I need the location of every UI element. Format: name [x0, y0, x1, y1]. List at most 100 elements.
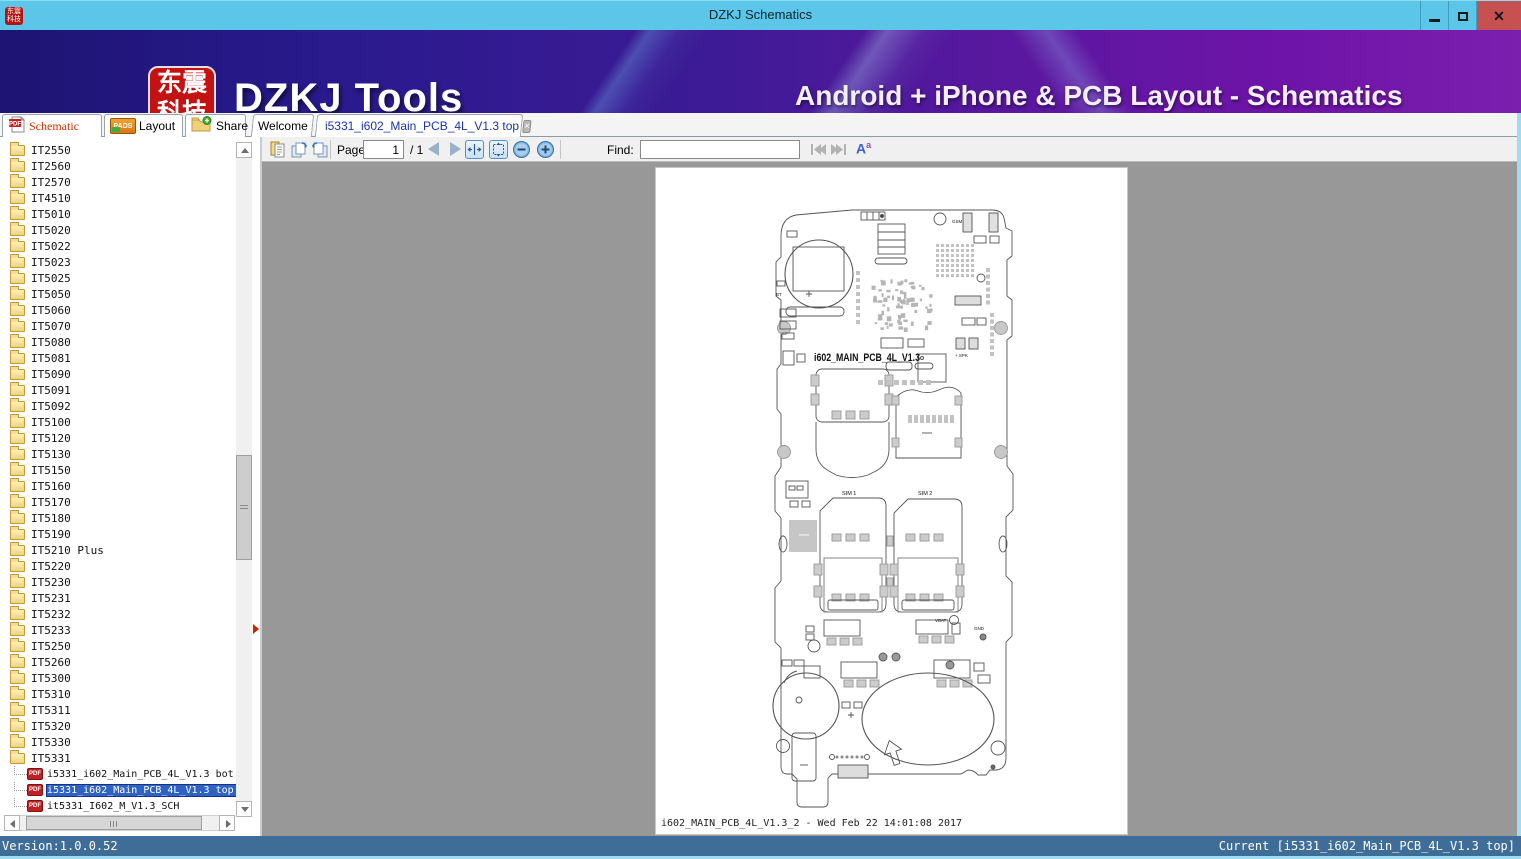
folder-icon	[10, 733, 25, 748]
tree-folder-it5220[interactable]: IT5220	[0, 557, 236, 574]
tree-folder-label: IT5070	[31, 319, 71, 333]
tree-folder-it5080[interactable]: IT5080	[0, 333, 236, 350]
tree-file-item[interactable]: PDF it5331_I602_M_V1.3_SCH	[0, 798, 236, 814]
tree-folder-it5232[interactable]: IT5232	[0, 605, 236, 622]
minimize-icon	[1429, 18, 1440, 22]
tab-close-icon[interactable]: ×	[522, 119, 532, 133]
tree-folder-it5190[interactable]: IT5190	[0, 525, 236, 542]
tree-folder-it5020[interactable]: IT5020	[0, 221, 236, 238]
tree-folder-it5090[interactable]: IT5090	[0, 365, 236, 382]
tree-folder-it5050[interactable]: IT5050	[0, 285, 236, 302]
folder-icon	[10, 349, 25, 364]
document-viewport[interactable]: i602_MAIN_PCB_4L_V1.3 SIM 1 SIM 2 VBAT G…	[262, 162, 1517, 836]
tree-folder-it5160[interactable]: IT5160	[0, 477, 236, 494]
tree-folder-it5330[interactable]: IT5330	[0, 733, 236, 750]
copy-page-icon[interactable]	[268, 140, 287, 159]
tree-horizontal-scrollbar[interactable]	[4, 815, 235, 831]
tree-folder-it5311[interactable]: IT5311	[0, 701, 236, 718]
tree-folder-it5081[interactable]: IT5081	[0, 349, 236, 366]
find-previous-button[interactable]	[808, 140, 827, 159]
tab-welcome-label: Welcome	[257, 119, 308, 133]
tree-folder-it5120[interactable]: IT5120	[0, 429, 236, 446]
tree-folder-label: IT5170	[31, 495, 71, 509]
folder-icon	[10, 717, 25, 732]
tree-folder-it5300[interactable]: IT5300	[0, 669, 236, 686]
tree-folder-it5025[interactable]: IT5025	[0, 269, 236, 286]
tree-folder-it5070[interactable]: IT5070	[0, 317, 236, 334]
dzkj-logo: 东震 科技	[148, 66, 216, 113]
close-button[interactable]: ✕	[1476, 1, 1521, 31]
tree-folder-label: IT5250	[31, 639, 71, 653]
tree-folder-label: IT5230	[31, 575, 71, 589]
tree-folder-it5320[interactable]: IT5320	[0, 717, 236, 734]
page-number-input[interactable]	[363, 140, 404, 159]
tree-vertical-scrollbar[interactable]	[236, 142, 252, 817]
tree-folder-it5231[interactable]: IT5231	[0, 589, 236, 606]
tree-folder-it4510[interactable]: IT4510	[0, 189, 236, 206]
tree-folder-label: IT2560	[31, 159, 71, 173]
tree-folder-it5250[interactable]: IT5250	[0, 637, 236, 654]
fit-width-button[interactable]	[465, 140, 484, 159]
fit-page-button[interactable]	[489, 140, 508, 159]
tree-folder-label: IT2550	[31, 143, 71, 157]
tab-share[interactable]: Share	[185, 114, 249, 137]
tree-folder-it5150[interactable]: IT5150	[0, 461, 236, 478]
tree-folder-it5092[interactable]: IT5092	[0, 397, 236, 414]
tree-folder-label: IT5100	[31, 415, 71, 429]
tree-folder-it2560[interactable]: IT2560	[0, 157, 236, 174]
tree-folder-it5331[interactable]: IT5331	[0, 749, 236, 766]
tree-folder-it5091[interactable]: IT5091	[0, 381, 236, 398]
tree-folder-it5260[interactable]: IT5260	[0, 653, 236, 670]
tree-file-item[interactable]: PDF i5331_i602_Main_PCB_4L_V1.3 top	[0, 782, 236, 798]
tree-folder-label: IT5081	[31, 351, 71, 365]
minimize-button[interactable]	[1420, 1, 1448, 31]
tree-file-item[interactable]: PDF i5331_i602_Main_PCB_4L_V1.3 bot	[0, 766, 236, 782]
scroll-down-button[interactable]	[236, 801, 252, 817]
tab-schematic[interactable]: PDF Schematic	[2, 114, 102, 137]
find-input[interactable]	[640, 140, 800, 159]
tree-folder-it2570[interactable]: IT2570	[0, 173, 236, 190]
scroll-up-button[interactable]	[236, 142, 252, 158]
tree-folder-label: IT5300	[31, 671, 71, 685]
tab-share-label: Share	[216, 119, 249, 133]
folder-icon	[10, 333, 25, 348]
next-page-button[interactable]	[450, 142, 461, 156]
tree-folder-it5180[interactable]: IT5180	[0, 509, 236, 526]
zoom-out-button[interactable]	[512, 140, 531, 159]
tree-folder-it5310[interactable]: IT5310	[0, 685, 236, 702]
find-next-button[interactable]	[830, 140, 849, 159]
tab-document[interactable]: i5331_i602_Main_PCB_4L_V1.3 top ×	[314, 114, 532, 137]
scroll-right-button[interactable]	[219, 815, 235, 831]
tree-folder-it5170[interactable]: IT5170	[0, 493, 236, 510]
rotate-right-icon[interactable]	[290, 140, 309, 159]
tree-folder-label: IT5180	[31, 511, 71, 525]
splitter-collapse-arrow[interactable]	[253, 624, 259, 634]
tree-folder-it5022[interactable]: IT5022	[0, 237, 236, 254]
vertical-scroll-thumb[interactable]	[236, 455, 252, 560]
tree-folder-it5233[interactable]: IT5233	[0, 621, 236, 638]
tree-folder-it5130[interactable]: IT5130	[0, 445, 236, 462]
tree-folder-it5023[interactable]: IT5023	[0, 253, 236, 270]
tree-folder-label: IT5091	[31, 383, 71, 397]
app-title: DZKJ Tools	[234, 76, 464, 113]
tree-folder-label: IT5210 Plus	[31, 543, 104, 557]
previous-page-button[interactable]	[428, 142, 439, 156]
zoom-in-button[interactable]	[536, 140, 555, 159]
match-case-icon[interactable]: Aa	[856, 140, 871, 157]
tab-layout[interactable]: PADS Layout	[104, 114, 183, 137]
maximize-button[interactable]	[1448, 1, 1476, 31]
tab-welcome[interactable]: Welcome	[250, 114, 315, 137]
rotate-left-icon[interactable]	[310, 140, 329, 159]
scroll-left-button[interactable]	[4, 815, 20, 831]
window-frame-right	[1517, 113, 1521, 856]
tree-folder-it5100[interactable]: IT5100	[0, 413, 236, 430]
tree-folder-it5010[interactable]: IT5010	[0, 205, 236, 222]
tree-folder-it5230[interactable]: IT5230	[0, 573, 236, 590]
tree-folder-it5060[interactable]: IT5060	[0, 301, 236, 318]
tree-branch-line	[14, 766, 27, 775]
tree-folder-it5210-plus[interactable]: IT5210 Plus	[0, 541, 236, 558]
tree-folder-it2550[interactable]: IT2550	[0, 142, 236, 158]
thumb-grip-icon	[110, 821, 118, 827]
tree-folder-label: IT5025	[31, 271, 71, 285]
horizontal-scroll-thumb[interactable]	[26, 816, 202, 830]
